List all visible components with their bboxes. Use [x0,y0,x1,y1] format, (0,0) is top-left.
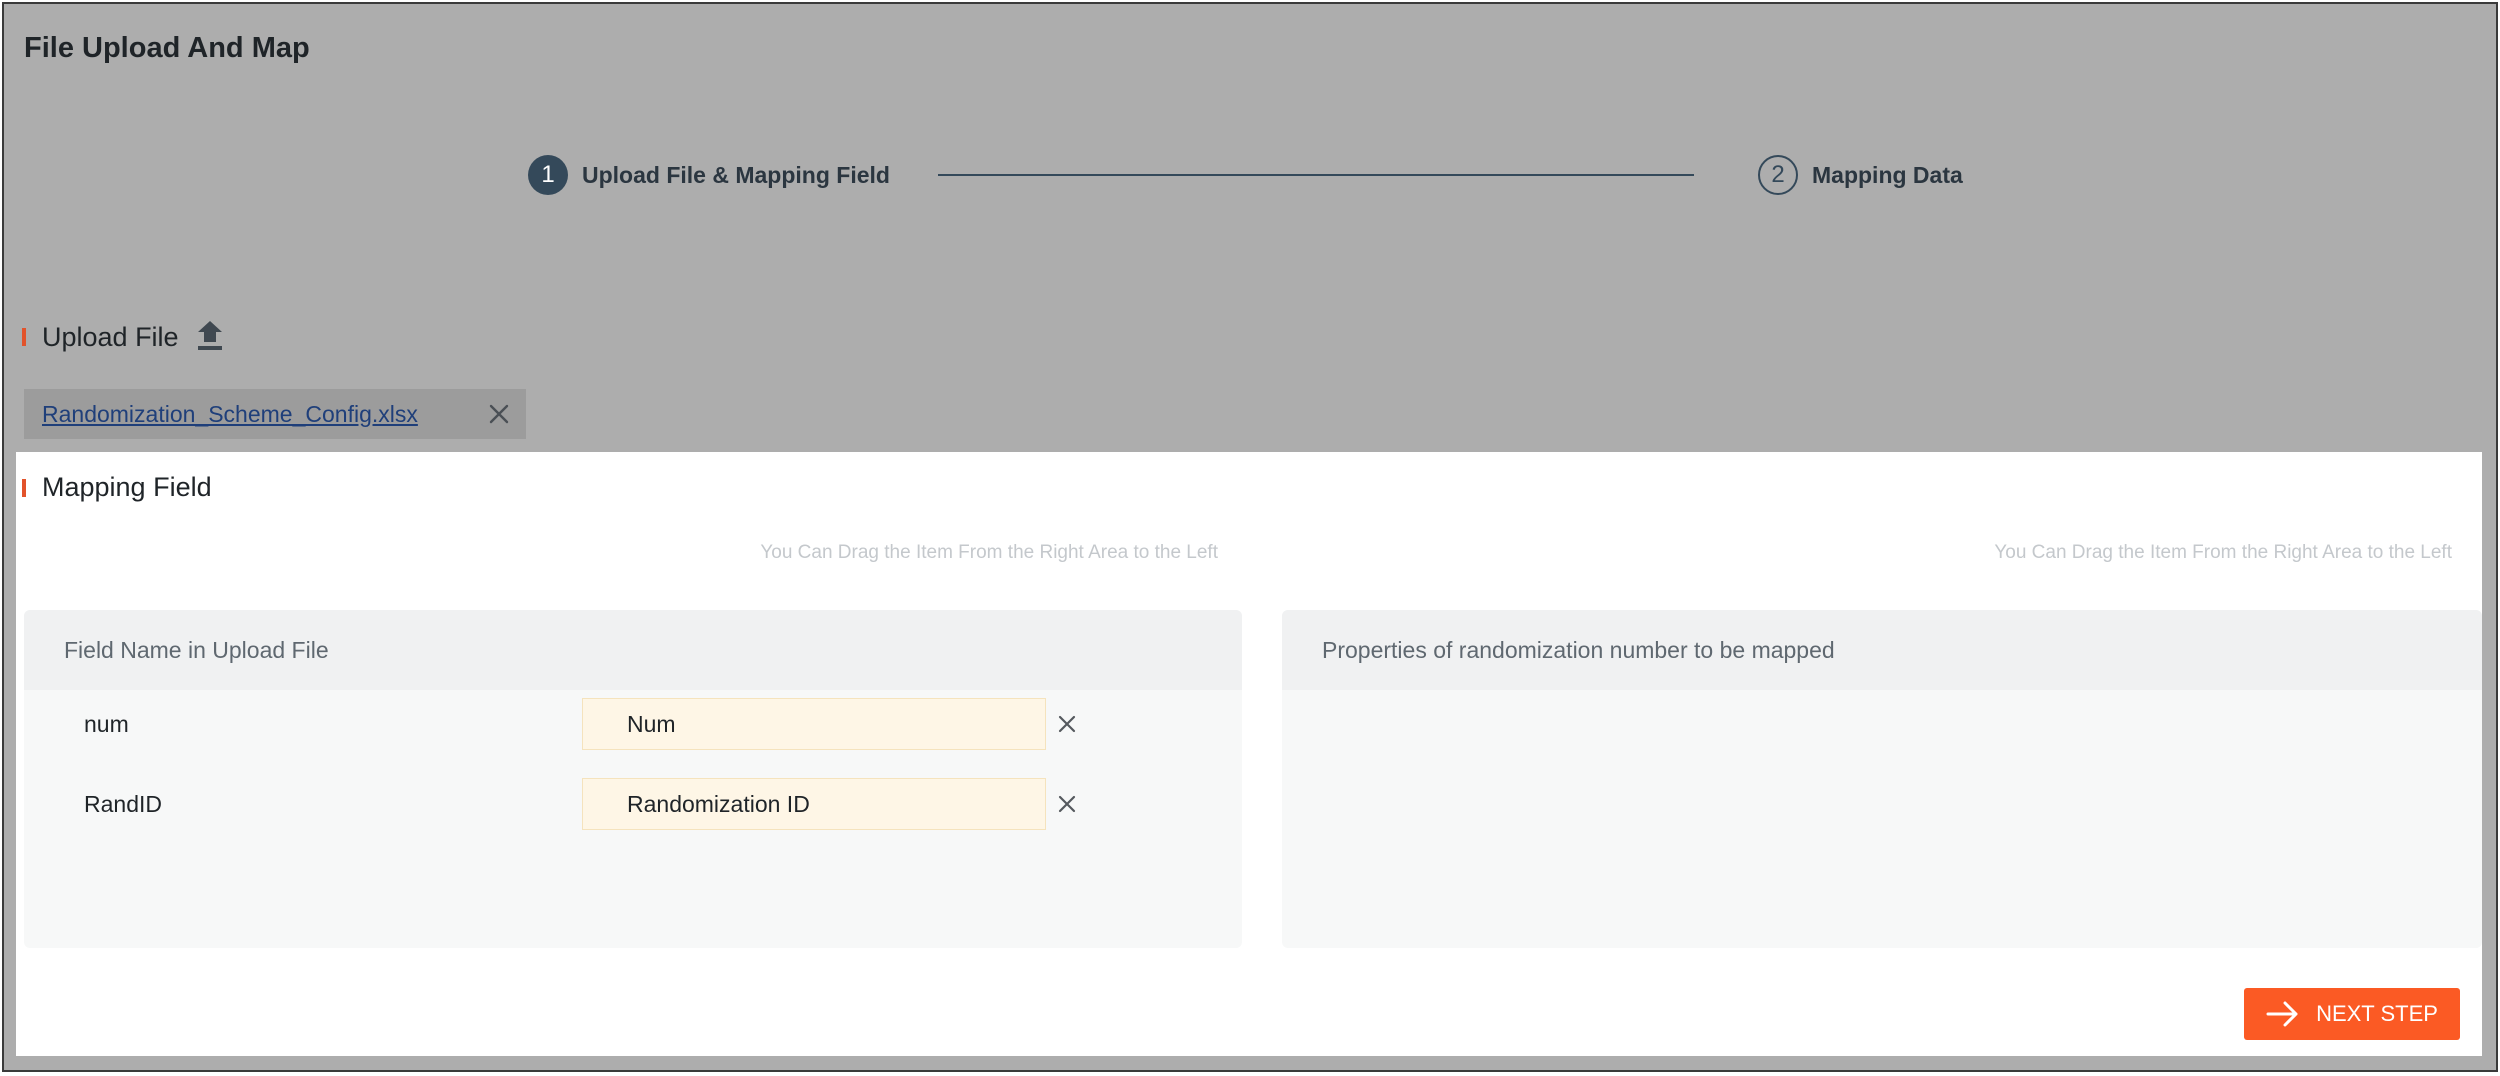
uploaded-file-chip: Randomization_Scheme_Config.xlsx [24,389,526,439]
panel-header: Field Name in Upload File [24,610,1242,690]
section-accent-bar [22,328,26,346]
overlay-region [4,4,2496,452]
section-title: Upload File [42,321,179,352]
uploaded-file-link[interactable]: Randomization_Scheme_Config.xlsx [42,401,488,428]
next-step-button[interactable]: NEXT STEP [2244,988,2460,1040]
field-name: RandID [84,790,162,817]
mapped-property-slot[interactable]: Randomization ID [582,778,1046,830]
overlay-bottom-edge [4,1056,2496,1070]
drag-hint-right: You Can Drag the Item From the Right Are… [1994,542,2452,563]
panel-header: Properties of randomization number to be… [1282,610,2482,690]
mapping-row: num Num [24,698,1242,750]
next-step-label: NEXT STEP [2316,1001,2438,1026]
step-mapping-data: 2 Mapping Data [1758,154,1963,196]
step-label: Mapping Data [1812,161,1963,188]
close-icon[interactable] [1056,793,1078,815]
close-icon[interactable] [1056,713,1078,735]
overlay-right-edge [2482,452,2496,1070]
section-accent-bar [22,478,26,497]
properties-panel: Properties of randomization number to be… [1282,610,2482,948]
drag-hint-left: You Can Drag the Item From the Right Are… [760,542,1218,563]
upload-file-header: Upload File [22,320,225,354]
upload-fields-panel: Field Name in Upload File num Num RandID… [24,610,1242,948]
mapping-row: RandID Randomization ID [24,778,1242,830]
step-upload-file: 1 Upload File & Mapping Field [528,154,890,196]
mapping-field-header: Mapping Field [22,472,212,503]
section-title: Mapping Field [42,472,212,502]
arrow-right-icon [2266,1001,2298,1027]
stepper-connector [938,174,1694,176]
close-icon[interactable] [488,403,510,425]
mapped-property-slot[interactable]: Num [582,698,1046,750]
field-name: num [84,710,129,737]
step-label: Upload File & Mapping Field [582,161,890,188]
overlay-left-edge [4,452,16,1070]
page-title: File Upload And Map [24,32,310,64]
upload-icon[interactable] [195,320,225,354]
step-number-badge: 2 [1758,155,1798,195]
step-number-badge: 1 [528,155,568,195]
app-window: File Upload And Map 1 Upload File & Mapp… [2,2,2498,1072]
